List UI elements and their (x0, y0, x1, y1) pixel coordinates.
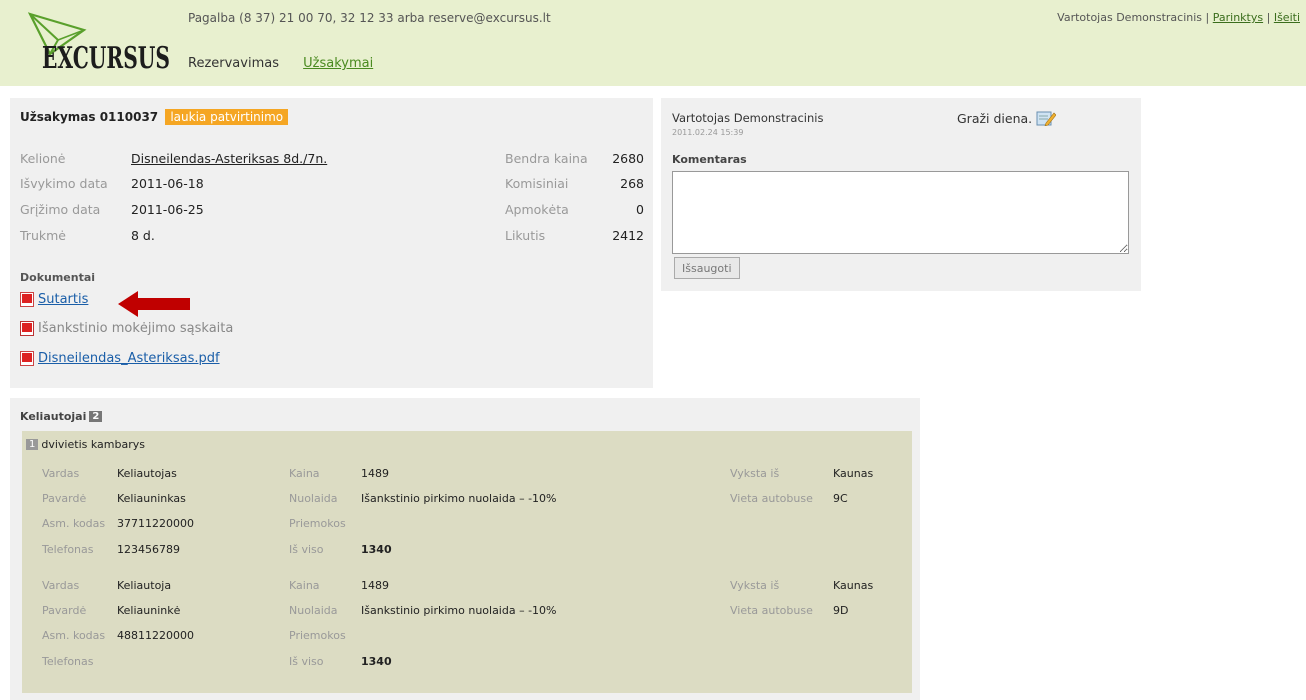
current-user-name: Vartotojas Demonstracinis (1057, 11, 1203, 24)
order-title: Užsakymas 0110037 laukia patvirtinimo (20, 109, 289, 125)
bus-seat-value: 9C (833, 492, 848, 505)
total-label: Iš viso (289, 655, 324, 668)
order-number: Užsakymas 0110037 (20, 110, 159, 124)
phone-label: Telefonas (42, 543, 94, 556)
return-date-label: Grįžimo data (20, 202, 101, 217)
separator: | (1266, 11, 1271, 24)
departs-from-value: Kaunas (833, 579, 874, 592)
departs-from-value: Kaunas (833, 467, 874, 480)
comment-author: Vartotojas Demonstracinis (672, 111, 824, 125)
settings-link[interactable]: Parinktys (1213, 11, 1263, 24)
first-name-value: Keliautojas (117, 467, 177, 480)
main-nav: Rezervavimas Užsakymai (188, 56, 393, 71)
departs-from-label: Vyksta iš (730, 579, 780, 592)
comment-greeting: Graži diena. (957, 110, 1033, 126)
total-value: 1340 (361, 543, 392, 556)
phone-label: Telefonas (42, 655, 94, 668)
document-item: Išankstinio mokėjimo sąskaita (20, 321, 233, 336)
phone-value: 123456789 (117, 543, 180, 556)
return-date-value: 2011-06-25 (131, 202, 204, 217)
total-price-label: Bendra kaina (505, 151, 588, 166)
comment-text: Graži diena. (957, 110, 1057, 126)
nav-orders[interactable]: Užsakymai (303, 56, 373, 71)
price-value: 1489 (361, 467, 389, 480)
logo-text: EXCURSUS (42, 41, 170, 72)
trip-label: Kelionė (20, 151, 66, 166)
personal-code-value: 37711220000 (117, 517, 194, 530)
departure-date-value: 2011-06-18 (131, 176, 204, 191)
travelers-title: Keliautojai 2 (20, 410, 103, 423)
total-price-value: 2680 (612, 151, 644, 166)
last-name-value: Keliauninkas (117, 492, 186, 505)
personal-code-label: Asm. kodas (42, 629, 106, 642)
last-name-label: Pavardė (42, 492, 87, 505)
discount-label: Nuolaida (289, 604, 338, 617)
departure-date-label: Išvykimo data (20, 176, 108, 191)
nav-reservations[interactable]: Rezervavimas (188, 56, 279, 71)
help-contact-text: Pagalba (8 37) 21 00 70, 32 12 33 arba r… (188, 11, 551, 25)
price-label: Kaina (289, 467, 320, 480)
edit-icon[interactable] (1036, 110, 1057, 126)
price-value: 1489 (361, 579, 389, 592)
departs-from-label: Vyksta iš (730, 467, 780, 480)
order-panel: Užsakymas 0110037 laukia patvirtinimo Ke… (10, 98, 653, 388)
personal-code-label: Asm. kodas (42, 517, 106, 530)
top-header: EXCURSUS Pagalba (8 37) 21 00 70, 32 12 … (0, 0, 1306, 86)
paid-label: Apmokėta (505, 202, 569, 217)
prepayment-invoice-text: Išankstinio mokėjimo sąskaita (38, 321, 234, 336)
travelers-count-badge: 2 (89, 411, 103, 422)
total-value: 1340 (361, 655, 392, 668)
discount-value: Išankstinio pirkimo nuolaida – -10% (361, 604, 557, 617)
pdf-icon (20, 351, 34, 366)
first-name-label: Vardas (42, 467, 80, 480)
pdf-icon (20, 321, 34, 336)
discount-label: Nuolaida (289, 492, 338, 505)
document-item: Disneilendas_Asteriksas.pdf (20, 351, 220, 366)
trip-link[interactable]: Disneilendas-Asteriksas 8d./7n. (131, 151, 327, 166)
total-label: Iš viso (289, 543, 324, 556)
user-links: Vartotojas Demonstracinis | Parinktys | … (1057, 11, 1300, 24)
program-pdf-link[interactable]: Disneilendas_Asteriksas.pdf (38, 351, 220, 366)
balance-value: 2412 (612, 228, 644, 243)
bus-seat-value: 9D (833, 604, 849, 617)
bus-seat-label: Vieta autobuse (730, 604, 813, 617)
pdf-icon (20, 292, 34, 307)
room-number-badge: 1 (26, 439, 39, 450)
room-type: dvivietis kambarys (41, 438, 145, 451)
extras-label: Priemokos (289, 517, 346, 530)
extras-label: Priemokos (289, 629, 346, 642)
room-header: 1 dvivietis kambarys (26, 438, 145, 451)
separator: | (1205, 11, 1210, 24)
duration-label: Trukmė (20, 228, 66, 243)
status-badge: laukia patvirtinimo (165, 109, 289, 125)
documents-title: Dokumentai (20, 271, 96, 284)
room-block: 1 dvivietis kambarys Vardas Keliautojas … (22, 431, 912, 693)
personal-code-value: 48811220000 (117, 629, 194, 642)
travelers-label: Keliautojai (20, 410, 87, 423)
commission-value: 268 (620, 176, 644, 191)
comment-date: 2011.02.24 15:39 (672, 128, 744, 137)
excursus-logo[interactable]: EXCURSUS (28, 10, 178, 72)
balance-label: Likutis (505, 228, 546, 243)
contract-link[interactable]: Sutartis (38, 292, 88, 307)
bus-seat-label: Vieta autobuse (730, 492, 813, 505)
save-comment-button[interactable]: Išsaugoti (674, 257, 740, 279)
logout-link[interactable]: Išeiti (1274, 11, 1300, 24)
comment-label: Komentaras (672, 153, 747, 166)
document-item: Sutartis (20, 292, 88, 307)
duration-value: 8 d. (131, 228, 155, 243)
comment-textarea[interactable] (672, 171, 1129, 254)
last-name-value: Keliauninkė (117, 604, 181, 617)
paid-value: 0 (636, 202, 644, 217)
discount-value: Išankstinio pirkimo nuolaida – -10% (361, 492, 557, 505)
comment-panel: Vartotojas Demonstracinis 2011.02.24 15:… (661, 98, 1141, 291)
first-name-label: Vardas (42, 579, 80, 592)
last-name-label: Pavardė (42, 604, 87, 617)
travelers-panel: Keliautojai 2 1 dvivietis kambarys Varda… (10, 398, 920, 700)
commission-label: Komisiniai (505, 176, 569, 191)
arrow-left-icon (118, 291, 190, 317)
price-label: Kaina (289, 579, 320, 592)
first-name-value: Keliautoja (117, 579, 172, 592)
